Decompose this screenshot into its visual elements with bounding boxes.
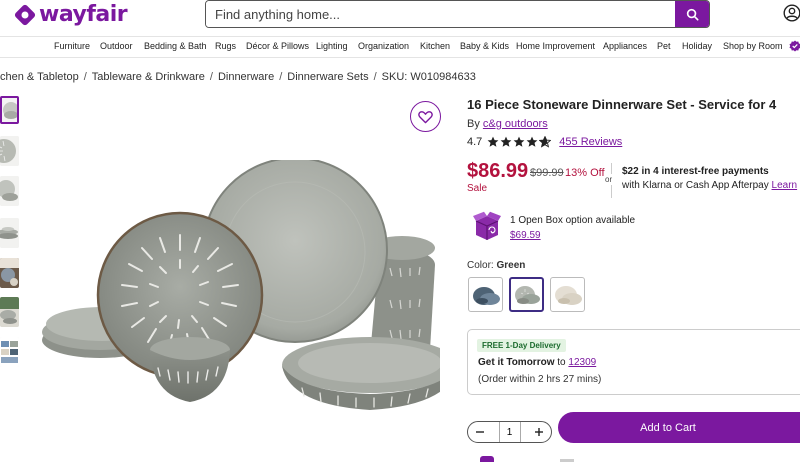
star-half-icon <box>539 136 552 148</box>
swatch-blue[interactable] <box>468 277 503 312</box>
breadcrumb-separator: / <box>373 71 377 83</box>
product-image[interactable] <box>40 160 440 460</box>
thumbnail-1[interactable] <box>0 96 19 124</box>
category-nav: Furniture Outdoor Bedding & Bath Rugs Dé… <box>0 36 800 58</box>
brand-line: By c&g outdoors <box>467 118 548 130</box>
delivery-to: to <box>557 357 566 368</box>
breadcrumb-kitchen-tabletop[interactable]: chen & Tabletop <box>0 71 79 83</box>
breadcrumb: chen & Tabletop / Tableware & Drinkware / Di… <box>0 71 476 83</box>
rating-value: 4.7 <box>467 136 483 148</box>
minus-icon <box>476 431 484 433</box>
open-box-icon <box>473 211 501 240</box>
quantity-stepper <box>467 421 552 443</box>
swatch-beige[interactable] <box>550 277 585 312</box>
breadcrumb-separator: / <box>83 71 87 83</box>
was-price: $99.99 <box>530 167 564 179</box>
sale-label: Sale <box>467 183 488 194</box>
open-box-offer: 1 Open Box option available $69.59 <box>472 211 635 243</box>
thumbnail-4[interactable] <box>0 218 19 248</box>
quantity-input[interactable] <box>498 422 521 442</box>
increase-button[interactable] <box>532 425 546 439</box>
header: wayfair <box>0 0 800 36</box>
decrease-button[interactable] <box>473 425 487 439</box>
thumbnail-2[interactable] <box>0 136 19 166</box>
delivery-get-it: Get it Tomorrow <box>478 357 555 368</box>
nav-item-shop-by-room[interactable]: Shop by Room <box>723 41 783 51</box>
open-box-text: 1 Open Box option available <box>510 215 636 226</box>
open-box-price-link[interactable]: $69.59 <box>510 230 541 241</box>
product-title: 16 Piece Stoneware Dinnerware Set - Serv… <box>467 97 777 112</box>
search-input[interactable] <box>206 1 675 27</box>
plus-icon <box>535 428 543 436</box>
installments-info: $22 in 4 interest-free payments with Kla… <box>622 165 797 193</box>
nav-item-lighting[interactable]: Lighting <box>316 41 348 51</box>
color-prefix: Color: <box>467 260 494 271</box>
free-delivery-badge: FREE 1-Day Delivery <box>477 339 566 352</box>
nav-item-appliances[interactable]: Appliances <box>603 41 647 51</box>
logo-text: wayfair <box>39 2 128 27</box>
delivery-box: FREE 1-Day Delivery Get it Tomorrow to 1… <box>467 329 800 395</box>
nav-item-rugs[interactable]: Rugs <box>215 41 236 51</box>
breadcrumb-separator: / <box>279 71 283 83</box>
logo-icon <box>14 4 36 25</box>
star-icon <box>526 136 538 147</box>
zip-code-link[interactable]: 12309 <box>568 357 596 368</box>
add-to-cart-button[interactable]: Add to Cart <box>558 412 800 443</box>
swatch-green[interactable] <box>509 277 544 312</box>
heart-icon <box>418 110 433 123</box>
nav-item-pet[interactable]: Pet <box>657 41 671 51</box>
order-within: (Order within 2 hrs 27 mins) <box>478 374 602 385</box>
nav-item-organization[interactable]: Organization <box>358 41 409 51</box>
star-rating <box>487 136 552 148</box>
breadcrumb-dinnerware[interactable]: Dinnerware <box>218 71 274 83</box>
or-label: or <box>605 174 613 185</box>
nav-item-baby-kids[interactable]: Baby & Kids <box>460 41 509 51</box>
search-icon <box>686 8 699 21</box>
star-icon <box>487 136 499 147</box>
rating-row: 4.7 455 Reviews <box>467 136 622 148</box>
favorite-button[interactable] <box>410 101 441 132</box>
nav-item-furniture[interactable]: Furniture <box>54 41 90 51</box>
nav-item-kitchen[interactable]: Kitchen <box>420 41 450 51</box>
account-icon[interactable] <box>783 4 800 22</box>
thumbnail-5[interactable] <box>0 258 19 288</box>
installments-providers: with Klarna or Cash App Afterpay <box>622 180 769 191</box>
breadcrumb-separator: / <box>209 71 213 83</box>
color-label: Color: Green <box>467 260 525 271</box>
nav-item-decor-pillows[interactable]: Décor & Pillows <box>246 41 309 51</box>
nav-item-outdoor[interactable]: Outdoor <box>100 41 133 51</box>
reviews-link[interactable]: 455 Reviews <box>559 136 622 148</box>
badge-check-icon[interactable] <box>789 40 800 52</box>
by-prefix: By <box>467 118 480 130</box>
brand-link[interactable]: c&g outdoors <box>483 118 548 130</box>
color-selected: Green <box>496 260 526 271</box>
learn-more-link[interactable]: Learn <box>772 180 798 191</box>
sale-price: $86.99 <box>467 160 529 182</box>
thumbnail-6[interactable] <box>0 297 19 327</box>
delivery-estimate: Get it Tomorrow to 12309 <box>478 357 596 368</box>
breadcrumb-sku: SKU: W010984633 <box>381 71 476 83</box>
nav-item-holiday[interactable]: Holiday <box>682 41 712 51</box>
nav-item-bedding-bath[interactable]: Bedding & Bath <box>144 41 207 51</box>
installments-amount: $22 in 4 interest-free payments <box>622 166 769 177</box>
breadcrumb-tableware[interactable]: Tableware & Drinkware <box>92 71 205 83</box>
thumbnail-7[interactable] <box>0 337 19 367</box>
star-icon <box>513 136 525 147</box>
search-bar <box>205 0 710 28</box>
search-button[interactable] <box>675 1 709 27</box>
breadcrumb-dinnerware-sets[interactable]: Dinnerware Sets <box>287 71 368 83</box>
wayfair-logo[interactable]: wayfair <box>14 2 128 27</box>
star-icon <box>500 136 512 147</box>
nav-item-home-improvement[interactable]: Home Improvement <box>516 41 595 51</box>
thumbnail-3[interactable] <box>0 176 19 206</box>
discount-label: 13% Off <box>565 167 605 179</box>
cutoff-icon <box>480 456 494 462</box>
